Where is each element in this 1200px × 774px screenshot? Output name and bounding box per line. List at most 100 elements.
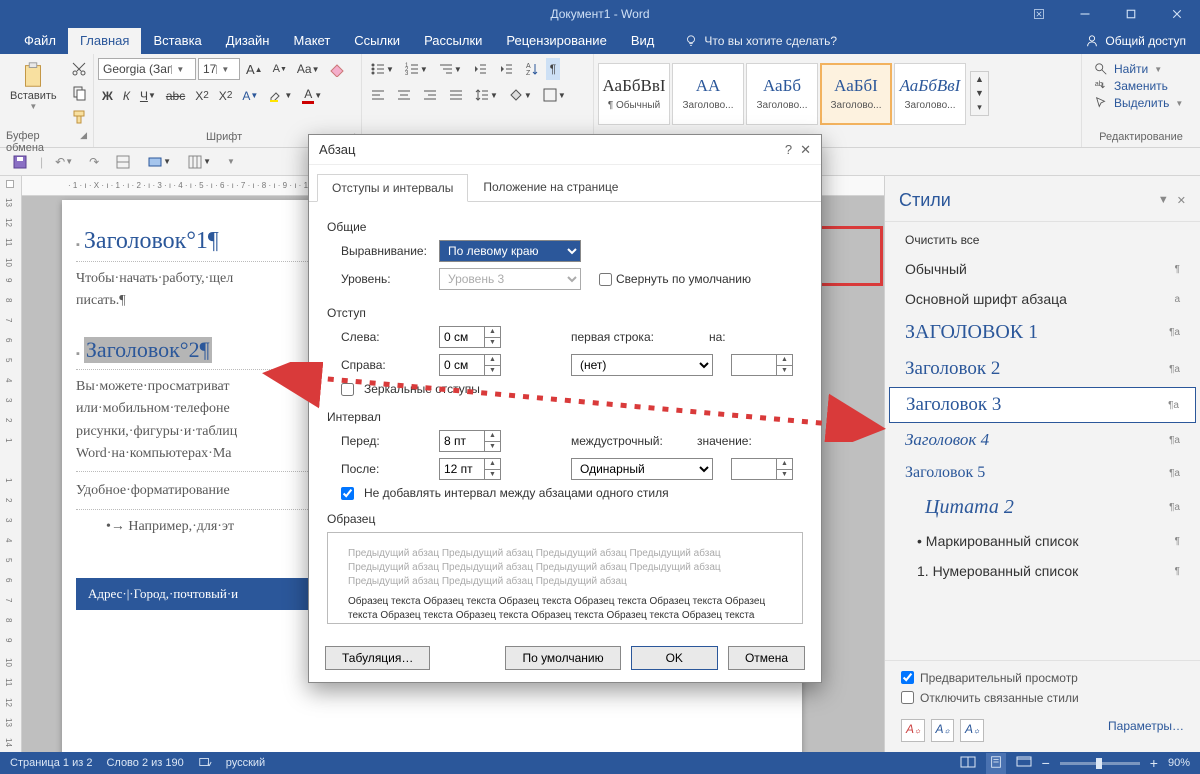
- gallery-up[interactable]: ▲: [971, 72, 988, 86]
- style-row[interactable]: ЗАГОЛОВОК 1¶a: [885, 314, 1200, 351]
- style-row[interactable]: • Маркированный список¶: [885, 526, 1200, 556]
- zoom-level[interactable]: 90%: [1168, 757, 1190, 769]
- first-line-by-spinner[interactable]: ▲▼: [731, 354, 793, 376]
- collapse-checkbox[interactable]: Свернуть по умолчанию: [599, 272, 751, 286]
- align-right-button[interactable]: [418, 84, 442, 106]
- change-case-button[interactable]: Aa ▼: [293, 58, 324, 80]
- align-left-button[interactable]: [366, 84, 390, 106]
- manage-styles-button[interactable]: A꙳: [960, 719, 984, 742]
- style-inspector-button[interactable]: A꙳: [931, 719, 955, 742]
- line-spacing-at-spinner[interactable]: ▲▼: [731, 458, 793, 480]
- grow-font-button[interactable]: A▲: [242, 58, 267, 80]
- style-row[interactable]: Основной шрифт абзацаa: [885, 284, 1200, 314]
- align-center-button[interactable]: [392, 84, 416, 106]
- style-row[interactable]: 1. Нумерованный список¶: [885, 556, 1200, 586]
- view-web-icon[interactable]: [1016, 755, 1032, 772]
- highlight-button[interactable]: ▼: [264, 85, 296, 107]
- indent-right-spinner[interactable]: ▲▼: [439, 354, 501, 376]
- style-gallery-item[interactable]: АаБбВвІ¶ Обычный: [598, 63, 670, 125]
- view-readmode-icon[interactable]: [960, 755, 976, 772]
- spacing-after-spinner[interactable]: ▲▼: [439, 458, 501, 480]
- multilevel-button[interactable]: ▼: [434, 58, 466, 80]
- cut-button[interactable]: [67, 58, 91, 80]
- default-button[interactable]: По умолчанию: [505, 646, 620, 670]
- undo-icon[interactable]: ↶ ▼: [51, 152, 77, 172]
- alignment-select[interactable]: По левому краю: [439, 240, 581, 262]
- format-painter-button[interactable]: [67, 106, 91, 128]
- clear-all-style[interactable]: Очистить все: [885, 226, 1200, 254]
- text-effects-button[interactable]: A ▼: [238, 86, 262, 106]
- qat-btn2[interactable]: ▼: [143, 151, 175, 173]
- style-row[interactable]: Заголовок 2¶a: [885, 351, 1200, 387]
- qat-btn4[interactable]: ▼: [223, 154, 239, 169]
- style-gallery-item[interactable]: АаБбВвІЗаголово...: [894, 63, 966, 125]
- spell-check-icon[interactable]: [198, 755, 212, 772]
- underline-button[interactable]: Ч ▼: [136, 86, 160, 106]
- show-marks-button[interactable]: ¶: [546, 58, 560, 80]
- style-gallery-item[interactable]: ААЗаголово...: [672, 63, 744, 125]
- tab-home[interactable]: Главная: [68, 28, 141, 54]
- styles-pane-close[interactable]: ✕: [1177, 194, 1186, 207]
- find-button[interactable]: Найти▼: [1094, 62, 1188, 76]
- sort-button[interactable]: AZ: [520, 58, 544, 80]
- line-spacing-button[interactable]: ▼: [470, 84, 502, 106]
- gallery-down[interactable]: ▼: [971, 86, 988, 100]
- styles-gallery[interactable]: АаБбВвІ¶ ОбычныйААЗаголово...АаБбЗаголов…: [598, 63, 966, 125]
- copy-button[interactable]: [67, 82, 91, 104]
- font-size-combo[interactable]: 17▼: [198, 58, 240, 80]
- justify-button[interactable]: [444, 84, 468, 106]
- tab-mailings[interactable]: Рассылки: [412, 28, 494, 54]
- tab-review[interactable]: Рецензирование: [494, 28, 618, 54]
- tell-me[interactable]: Что вы хотите сделать?: [674, 29, 847, 54]
- indent-button[interactable]: [494, 58, 518, 80]
- view-print-icon[interactable]: [986, 753, 1006, 774]
- shrink-font-button[interactable]: A▼: [269, 58, 291, 80]
- language-status[interactable]: русский: [226, 757, 265, 769]
- style-row[interactable]: Заголовок 5¶a: [885, 457, 1200, 489]
- tab-position[interactable]: Положение на странице: [468, 173, 633, 201]
- paste-button[interactable]: Вставить ▼: [4, 58, 63, 113]
- indent-left-spinner[interactable]: ▲▼: [439, 326, 501, 348]
- mirror-indents-checkbox[interactable]: Зеркальные отступы: [341, 382, 803, 396]
- numbering-button[interactable]: 123▼: [400, 58, 432, 80]
- italic-button[interactable]: К: [119, 86, 134, 106]
- replace-button[interactable]: abЗаменить: [1094, 79, 1188, 93]
- tab-layout[interactable]: Макет: [281, 28, 342, 54]
- zoom-in[interactable]: +: [1150, 755, 1158, 771]
- shading-button[interactable]: ▼: [504, 84, 536, 106]
- style-row[interactable]: Цитата 2¶a: [885, 489, 1200, 526]
- font-name-combo[interactable]: Georgia (Заг▼: [98, 58, 196, 80]
- line-spacing-select[interactable]: Одинарный: [571, 458, 713, 480]
- style-row[interactable]: Заголовок 3¶a: [889, 387, 1196, 423]
- select-button[interactable]: Выделить▼: [1094, 96, 1188, 110]
- qat-btn1[interactable]: [111, 151, 135, 173]
- zoom-slider[interactable]: [1060, 762, 1140, 765]
- outdent-button[interactable]: [468, 58, 492, 80]
- dialog-help-button[interactable]: ?: [785, 142, 792, 158]
- zoom-out[interactable]: −: [1042, 755, 1050, 771]
- minimize-button[interactable]: [1062, 0, 1108, 28]
- dialog-close-button[interactable]: ✕: [800, 142, 811, 158]
- page-status[interactable]: Страница 1 из 2: [10, 757, 92, 769]
- bold-button[interactable]: Ж: [98, 86, 117, 106]
- new-style-button[interactable]: A꙳: [901, 719, 925, 742]
- first-line-select[interactable]: (нет): [571, 354, 713, 376]
- borders-button[interactable]: ▼: [538, 84, 570, 106]
- spacing-before-spinner[interactable]: ▲▼: [439, 430, 501, 452]
- style-gallery-item[interactable]: АаБбЗаголово...: [746, 63, 818, 125]
- gallery-more[interactable]: ▾: [971, 100, 988, 115]
- word-count-status[interactable]: Слово 2 из 190: [106, 757, 183, 769]
- redo-icon[interactable]: ↷: [85, 152, 103, 172]
- ribbon-help-icon[interactable]: [1016, 0, 1062, 28]
- style-row[interactable]: Обычный¶: [885, 254, 1200, 284]
- tab-design[interactable]: Дизайн: [214, 28, 282, 54]
- save-icon[interactable]: [8, 151, 32, 173]
- dialog-titlebar[interactable]: Абзац ? ✕: [309, 135, 821, 165]
- style-gallery-item[interactable]: АаБбІЗаголово...: [820, 63, 892, 125]
- maximize-button[interactable]: [1108, 0, 1154, 28]
- outline-level-select[interactable]: Уровень 3: [439, 268, 581, 290]
- linked-checkbox[interactable]: Отключить связанные стили: [901, 691, 1184, 705]
- cancel-button[interactable]: Отмена: [728, 646, 805, 670]
- tabs-button[interactable]: Табуляция…: [325, 646, 430, 670]
- share-button[interactable]: Общий доступ: [1071, 29, 1200, 54]
